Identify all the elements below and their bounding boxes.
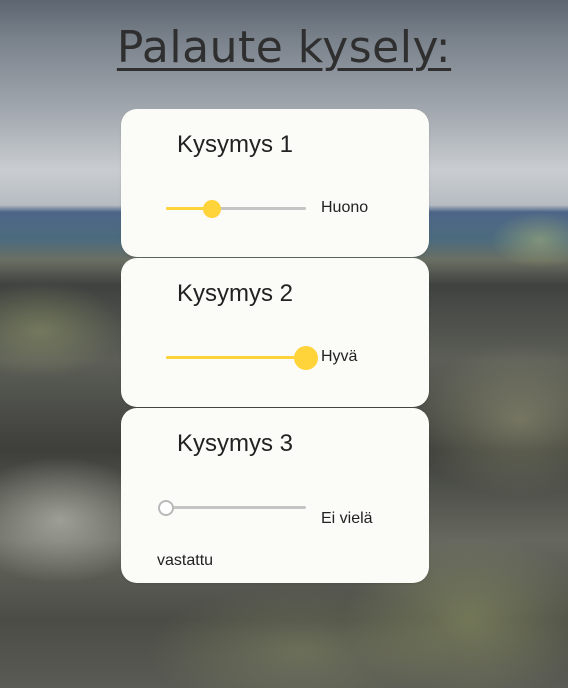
question-title: Kysymys 1 — [177, 131, 294, 158]
slider-fill — [166, 356, 306, 359]
page-title: Palaute kysely: — [116, 22, 452, 73]
answer-label: Ei vielä vastattu — [157, 510, 373, 569]
question-card-1: Kysymys 1 Huono — [121, 109, 429, 257]
answer-label: Hyvä — [321, 348, 358, 365]
slider-thumb[interactable] — [203, 199, 222, 218]
question-card-2: Kysymys 2 Hyvä — [121, 258, 429, 407]
question-title: Kysymys 3 — [177, 430, 294, 457]
rating-slider-1[interactable] — [166, 199, 306, 218]
answer-label: Huono — [321, 199, 369, 216]
slider-thumb[interactable] — [294, 345, 318, 370]
question-card-3: Kysymys 3 Ei vielä vastattu — [121, 408, 429, 583]
rating-slider-2[interactable] — [166, 345, 318, 370]
question-title: Kysymys 2 — [177, 280, 294, 307]
